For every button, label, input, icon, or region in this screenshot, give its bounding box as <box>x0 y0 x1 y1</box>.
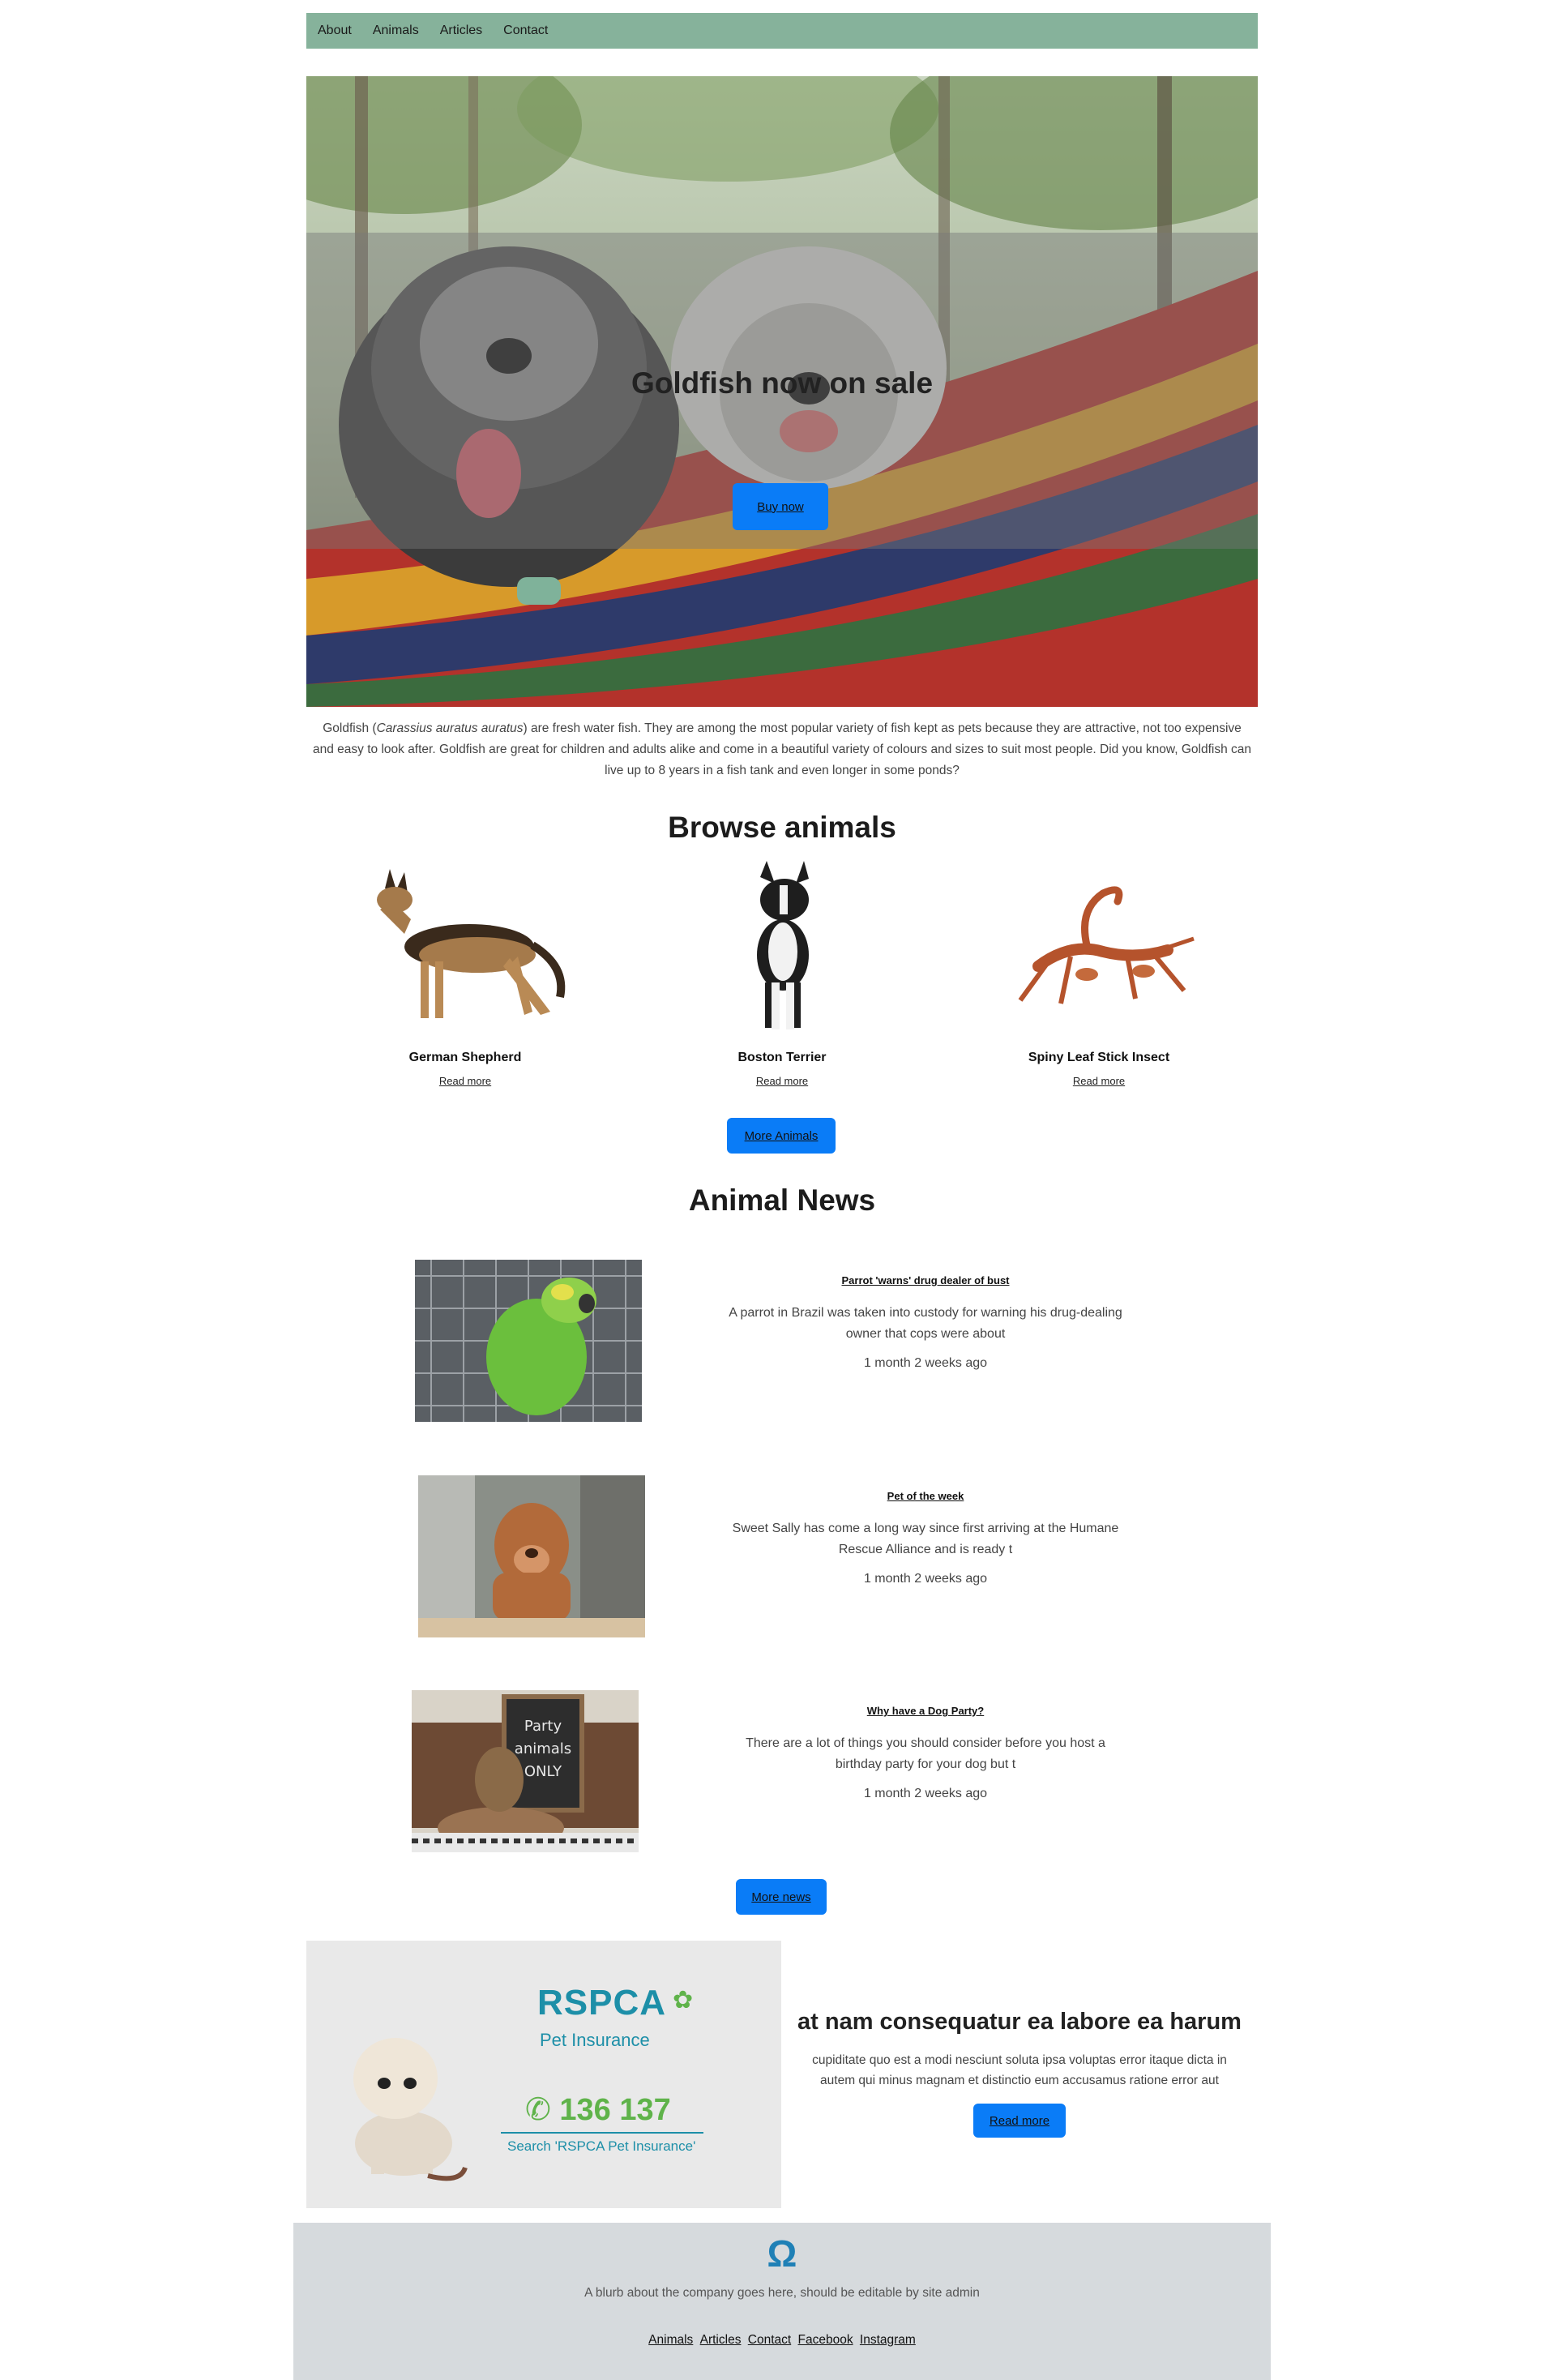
promo-text-block: at nam consequatur ea labore ea harum cu… <box>781 2009 1258 2138</box>
stick-insect-image[interactable] <box>981 861 1216 1039</box>
news-item: Why have a Dog Party? There are a lot of… <box>723 1690 1128 1801</box>
boston-terrier-image[interactable] <box>665 861 900 1039</box>
read-more-link[interactable]: Read more <box>439 1075 491 1087</box>
animal-news-title: Animal News <box>688 1184 876 1217</box>
intro-text-part: Goldfish ( <box>323 721 377 735</box>
news-title-link[interactable]: Pet of the week <box>887 1490 964 1502</box>
footer-link-articles[interactable]: Articles <box>700 2333 742 2347</box>
read-more-link[interactable]: Read more <box>756 1075 808 1087</box>
news-excerpt: A parrot in Brazil was taken into custod… <box>729 1306 1122 1341</box>
promo-dog-image <box>353 2038 468 2181</box>
intro-text: Goldfish (Carassius auratus auratus) are… <box>311 718 1253 781</box>
rspca-brand: RSPCA <box>537 1983 667 2023</box>
news-item: Pet of the week Sweet Sally has come a l… <box>723 1475 1128 1586</box>
buy-now-button[interactable]: Buy now <box>733 483 828 530</box>
read-more-link[interactable]: Read more <box>1073 1075 1125 1087</box>
browse-animals-title: Browse animals <box>668 811 896 844</box>
animal-card: Boston Terrier Read more <box>628 861 936 1089</box>
promo-title: at nam consequatur ea labore ea harum <box>797 2009 1242 2035</box>
news-item: Parrot 'warns' drug dealer of bust A par… <box>723 1260 1128 1371</box>
more-news-button[interactable]: More news <box>736 1879 827 1915</box>
german-shepherd-image[interactable] <box>348 861 583 1039</box>
news-excerpt: There are a lot of things you should con… <box>746 1736 1105 1771</box>
promo-body: cupiditate quo est a modi nesciunt solut… <box>812 2053 1227 2087</box>
news-thumbnail[interactable] <box>415 1260 642 1422</box>
dog-pet-of-week-image <box>418 1475 645 1637</box>
promo-divider <box>501 2132 703 2134</box>
news-thumbnail[interactable]: Party animals ONLY <box>412 1690 639 1852</box>
svg-text:animals: animals <box>515 1740 571 1757</box>
hero-title: Goldfish now on sale <box>631 366 934 400</box>
animal-name: Spiny Leaf Stick Insect <box>1028 1051 1170 1064</box>
footer-link-contact[interactable]: Contact <box>748 2333 791 2347</box>
nav-animals[interactable]: Animals <box>373 24 419 38</box>
dog-party-image: Party animals ONLY <box>412 1690 639 1852</box>
news-timestamp: 1 month 2 weeks ago <box>863 1572 988 1586</box>
footer: Ω A blurb about the company goes here, s… <box>293 2223 1271 2380</box>
news-thumbnail[interactable] <box>418 1475 645 1637</box>
phone-icon: ✆ <box>525 2093 551 2127</box>
news-timestamp: 1 month 2 weeks ago <box>863 1356 988 1370</box>
omega-logo-icon[interactable]: Ω <box>293 2232 1271 2275</box>
intro-scientific-name: Carassius auratus auratus <box>376 721 524 735</box>
main-nav: About Animals Articles Contact <box>306 13 1258 49</box>
footer-link-facebook[interactable]: Facebook <box>798 2333 853 2347</box>
paw-icon: ✿ <box>673 1987 694 2014</box>
more-animals-button[interactable]: More Animals <box>727 1118 836 1154</box>
nav-about[interactable]: About <box>318 24 352 38</box>
phone-number: 136 137 <box>559 2093 671 2127</box>
footer-links: Animals Articles Contact Facebook Instag… <box>293 2333 1271 2348</box>
animal-name: Boston Terrier <box>737 1051 827 1064</box>
news-title-link[interactable]: Parrot 'warns' drug dealer of bust <box>842 1274 1010 1286</box>
news-timestamp: 1 month 2 weeks ago <box>863 1787 988 1800</box>
rspca-product: Pet Insurance <box>540 2030 650 2050</box>
animal-card: Spiny Leaf Stick Insect Read more <box>945 861 1253 1089</box>
animal-card: German Shepherd Read more <box>311 861 619 1089</box>
footer-link-animals[interactable]: Animals <box>648 2333 693 2347</box>
svg-text:ONLY: ONLY <box>524 1763 562 1780</box>
animal-name: German Shepherd <box>408 1051 522 1064</box>
news-excerpt: Sweet Sally has come a long way since fi… <box>732 1522 1119 1556</box>
rspca-advert[interactable]: RSPCA ✿ Pet Insurance ✆ 136 137 Search '… <box>306 1941 781 2208</box>
news-title-link[interactable]: Why have a Dog Party? <box>867 1705 984 1717</box>
read-more-button[interactable]: Read more <box>973 2104 1066 2138</box>
nav-articles[interactable]: Articles <box>440 24 482 38</box>
nav-contact[interactable]: Contact <box>503 24 548 38</box>
hero-banner: Goldfish now on sale Buy now <box>306 76 1258 707</box>
svg-text:Party: Party <box>524 1718 562 1735</box>
promo-phone: ✆ 136 137 <box>525 2091 671 2128</box>
parrot-image <box>415 1260 642 1422</box>
footer-blurb: A blurb about the company goes here, sho… <box>584 2286 980 2300</box>
footer-link-instagram[interactable]: Instagram <box>860 2333 916 2347</box>
promo-search-text: Search 'RSPCA Pet Insurance' <box>507 2138 696 2154</box>
